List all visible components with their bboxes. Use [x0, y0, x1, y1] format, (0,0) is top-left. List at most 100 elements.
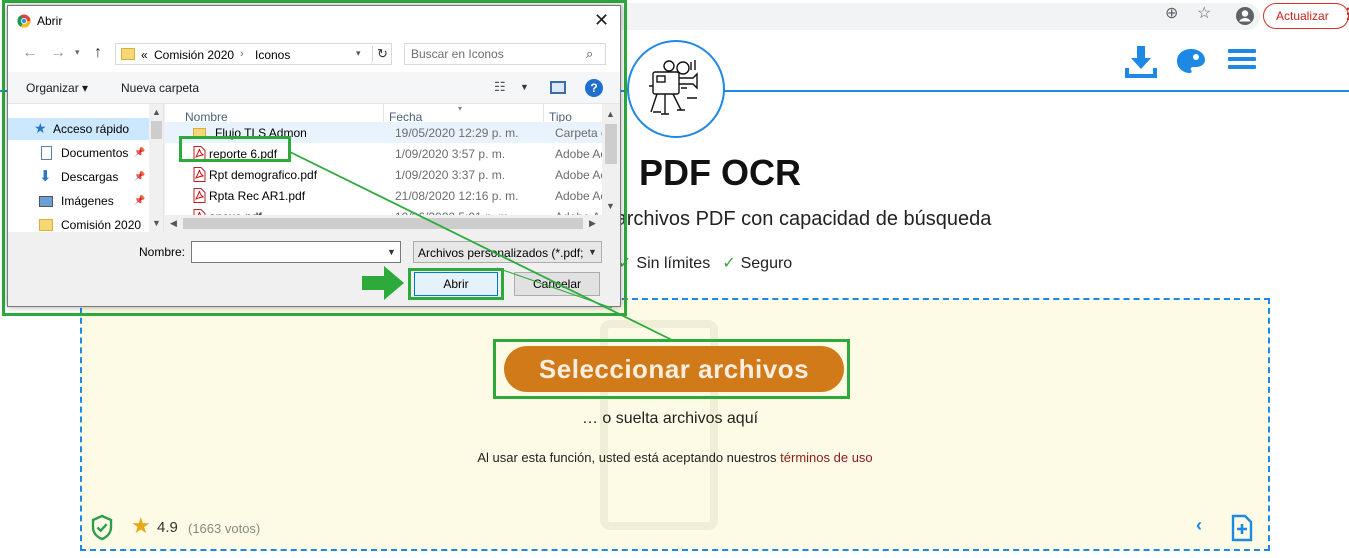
more-vert-icon[interactable]: ⋮: [1341, 6, 1349, 20]
terms-notice: Al usar esta función, usted está aceptan…: [400, 450, 950, 465]
breadcrumb-overflow[interactable]: «: [141, 48, 148, 62]
file-row[interactable]: Flujo TLS Admon 19/05/2020 12:29 p. m. C…: [165, 122, 614, 143]
file-row[interactable]: reporte 6.pdf 1/09/2020 3:57 p. m. Adobe…: [165, 143, 606, 164]
chevron-left-icon[interactable]: ◀: [170, 218, 177, 229]
up-arrow-icon[interactable]: ↑: [94, 45, 102, 61]
view-options-icon[interactable]: ☷: [494, 80, 506, 93]
open-file-dialog: Abrir ✕ ← → ▾ ↑ « Comisión 2020 › Iconos…: [7, 5, 621, 307]
nav-item-label: Acceso rápido: [53, 122, 130, 136]
page-subtitle: Crear archivos PDF con capacidad de búsq…: [560, 208, 992, 230]
breadcrumb-separator-icon[interactable]: ›: [240, 48, 244, 60]
dialog-titlebar[interactable]: Abrir ✕: [8, 6, 620, 36]
nav-item-comision-2020[interactable]: Comisión 2020: [8, 214, 149, 232]
account-circle-icon[interactable]: [1235, 6, 1255, 29]
refresh-icon[interactable]: ↻: [372, 46, 392, 62]
chevron-down-icon[interactable]: ▼: [152, 218, 161, 228]
terms-prefix: Al usar esta función, usted está aceptan…: [477, 450, 777, 465]
file-list-vertical-scrollbar[interactable]: ▲ ▼: [602, 104, 620, 232]
file-row[interactable]: Rpt demografico.pdf 1/09/2020 3:37 p. m.…: [165, 164, 606, 185]
site-logo[interactable]: [627, 40, 725, 138]
file-type: Adobe Ac: [555, 168, 607, 182]
nav-item-downloads[interactable]: ⬇ Descargas 📌: [8, 166, 149, 188]
star-rating-icon: ★: [131, 513, 151, 538]
feature-secure: Seguro: [740, 255, 793, 272]
check-icon: ✓: [722, 255, 736, 272]
filename-input[interactable]: [196, 244, 376, 260]
recent-locations-chevron-icon[interactable]: ▾: [75, 48, 80, 57]
pdf-file-icon: [193, 146, 206, 161]
pin-icon[interactable]: 📌: [134, 147, 145, 158]
filename-combobox[interactable]: ▼: [191, 241, 401, 263]
dialog-navigation-bar: ← → ▾ ↑ « Comisión 2020 › Iconos ▾ ↻ ⌕: [8, 36, 620, 72]
breadcrumb-comision-2020[interactable]: Comisión 2020: [154, 48, 234, 62]
add-file-icon[interactable]: [1230, 514, 1254, 547]
scroll-thumb[interactable]: [183, 218, 583, 229]
organize-menu[interactable]: Organizar ▾: [26, 81, 88, 95]
help-icon[interactable]: ?: [585, 79, 603, 97]
star-quick-access-icon: ★: [34, 120, 47, 136]
chevron-down-icon[interactable]: ▼: [606, 201, 615, 211]
chevron-down-icon[interactable]: ▼: [520, 83, 529, 92]
pin-icon[interactable]: 📌: [134, 195, 145, 206]
file-date: 21/08/2020 12:16 p. m.: [395, 189, 519, 203]
nav-item-quick-access[interactable]: ★ Acceso rápido: [8, 118, 149, 140]
pin-icon[interactable]: 📌: [134, 171, 145, 182]
chevron-up-icon[interactable]: ▲: [152, 107, 161, 117]
update-button[interactable]: Actualizar: [1263, 3, 1349, 29]
search-icon: ⌕: [586, 46, 594, 61]
rating-value: 4.9: [157, 519, 178, 536]
chevron-down-icon[interactable]: ▾: [356, 48, 361, 59]
file-date: 19/05/2020 12:29 p. m.: [395, 126, 519, 140]
chevron-left-icon[interactable]: ‹: [1196, 516, 1202, 534]
nav-item-label: Descargas: [61, 170, 119, 184]
search-input[interactable]: [411, 46, 581, 62]
file-list: Nombre ▾ Fecha Tipo Flujo TLS Admon 19/0…: [165, 104, 620, 232]
chevron-up-icon[interactable]: ▲: [606, 109, 615, 119]
chevron-right-icon[interactable]: ▶: [589, 218, 596, 229]
open-button[interactable]: Abrir: [414, 272, 498, 296]
palette-icon[interactable]: [1174, 44, 1208, 83]
chevron-down-icon[interactable]: ▼: [387, 247, 396, 257]
nav-item-label: Imágenes: [61, 194, 114, 208]
download-icon[interactable]: [1125, 44, 1157, 83]
drop-hint: … o suelta archivos aquí: [581, 410, 759, 427]
dialog-toolbar: Organizar ▾ Nueva carpeta ☷ ▼ ?: [8, 72, 620, 104]
file-type-select[interactable]: Archivos personalizados (*.pdf; ▼: [413, 241, 602, 263]
nav-item-documents[interactable]: Documentos 📌: [8, 142, 149, 164]
file-date: 1/09/2020 3:57 p. m.: [395, 147, 506, 161]
cancel-button[interactable]: Cancelar: [514, 272, 600, 296]
star-outline-icon[interactable]: ☆: [1197, 6, 1211, 22]
scroll-thumb[interactable]: [605, 124, 617, 164]
address-breadcrumb[interactable]: « Comisión 2020 › Iconos ▾ ↻: [115, 43, 392, 65]
votes-count: (1663 votos): [188, 521, 261, 536]
scroll-thumb[interactable]: [151, 121, 162, 139]
terms-link[interactable]: términos de uso: [780, 450, 873, 465]
file-type: Adobe Ac: [555, 189, 607, 203]
forward-arrow-icon[interactable]: →: [50, 45, 66, 61]
nav-item-images[interactable]: Imágenes 📌: [8, 190, 149, 212]
nav-item-label: Documentos: [61, 146, 129, 160]
file-row[interactable]: Rpta Rec AR1.pdf 21/08/2020 12:16 p. m. …: [165, 185, 606, 206]
breadcrumb-iconos[interactable]: Iconos: [255, 48, 290, 62]
back-arrow-icon[interactable]: ←: [22, 45, 38, 61]
file-list-horizontal-scrollbar[interactable]: ◀ ▶: [165, 215, 602, 232]
feature-unlimited: Sin límites: [636, 255, 711, 272]
preview-pane-icon[interactable]: [550, 81, 566, 94]
file-name: Rpt demografico.pdf: [209, 168, 318, 182]
file-type: Adobe Ac: [555, 147, 607, 161]
filename-label: Nombre:: [139, 245, 186, 259]
zoom-plus-icon[interactable]: ⊕: [1165, 6, 1178, 22]
file-date: 1/09/2020 3:37 p. m.: [395, 168, 506, 182]
select-files-button[interactable]: Seleccionar archivos: [504, 346, 844, 392]
menu-hamburger-icon[interactable]: [1227, 44, 1257, 79]
address-bar[interactable]: [620, 3, 1260, 30]
folder-icon: [193, 128, 206, 139]
chevron-down-icon[interactable]: ▼: [588, 247, 597, 257]
new-folder-button[interactable]: Nueva carpeta: [121, 81, 199, 95]
search-box[interactable]: ⌕: [404, 43, 606, 65]
file-name: Flujo TLS Admon: [215, 126, 307, 140]
document-icon: [41, 146, 52, 160]
nav-scrollbar[interactable]: ▲ ▼: [149, 104, 163, 232]
sort-chevron-icon: ▾: [458, 104, 463, 113]
close-icon[interactable]: ✕: [594, 11, 609, 29]
